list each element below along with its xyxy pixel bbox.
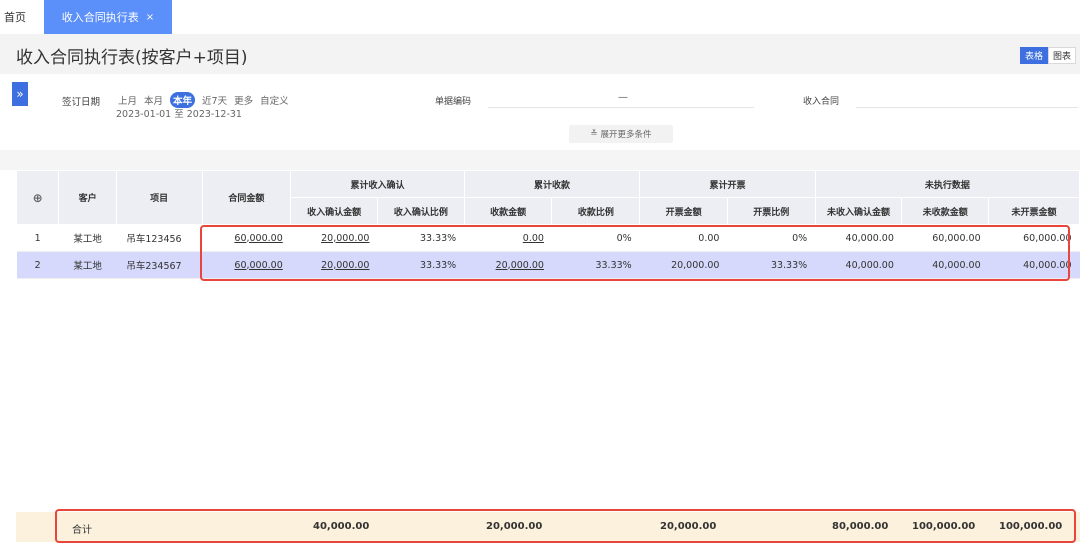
contract-label: 收入合同 bbox=[803, 97, 840, 107]
view-toggle: 表格 图表 bbox=[1019, 47, 1076, 64]
header-project[interactable]: 项目 bbox=[115, 170, 203, 225]
header-group-receipt: 累计收款 bbox=[463, 170, 641, 198]
quick-custom[interactable]: 自定义 bbox=[260, 93, 289, 107]
quick-last-7-days[interactable]: 近7天 bbox=[202, 93, 227, 107]
cell-customer: 某工地 bbox=[58, 224, 117, 252]
header-group-confirm: 累计收入确认 bbox=[290, 170, 465, 198]
header-group-unexecuted: 未执行数据 bbox=[814, 170, 1080, 198]
tab-active-label: 收入合同执行表 bbox=[61, 11, 139, 24]
quick-more[interactable]: 更多 bbox=[234, 93, 253, 107]
table-view-button[interactable]: 表格 bbox=[1019, 47, 1048, 64]
double-chevron-right-icon[interactable]: » bbox=[12, 82, 28, 106]
header-un-invoice[interactable]: 未开票金额 bbox=[988, 197, 1080, 225]
header-invoice-amount[interactable]: 开票金额 bbox=[639, 197, 728, 225]
date-range-value[interactable]: 2023-01-01 至 2023-12-31 bbox=[116, 106, 242, 120]
quick-last-month[interactable]: 上月 bbox=[118, 93, 137, 107]
tab-home[interactable]: 首页 bbox=[4, 9, 26, 25]
cell-project: 吊车234567 bbox=[116, 251, 203, 279]
cell-customer: 某工地 bbox=[58, 251, 117, 279]
quick-this-month[interactable]: 本月 bbox=[144, 93, 163, 107]
header-group-invoice: 累计开票 bbox=[639, 170, 816, 198]
header-un-confirm[interactable]: 未收入确认金额 bbox=[814, 197, 903, 225]
totals-highlight-box bbox=[55, 509, 1076, 543]
rows-highlight-box bbox=[200, 225, 1070, 281]
header-un-receipt[interactable]: 未收款金额 bbox=[901, 197, 990, 225]
add-column-icon[interactable]: ⊕ bbox=[15, 170, 60, 225]
tab-bar: 首页 收入合同执行表 × bbox=[0, 0, 1080, 34]
section-divider bbox=[0, 150, 1080, 170]
page-title: 收入合同执行表(按客户+项目) bbox=[16, 48, 248, 68]
expand-more-button[interactable]: ≚ 展开更多条件 bbox=[569, 125, 673, 143]
header-invoice-ratio[interactable]: 开票比例 bbox=[726, 197, 816, 225]
header-contract-amount[interactable]: 合同金额 bbox=[201, 170, 292, 225]
title-bar: 收入合同执行表(按客户+项目) 表格 图表 bbox=[0, 34, 1080, 74]
close-icon[interactable]: × bbox=[146, 12, 154, 23]
chevron-down-icon: ≚ bbox=[590, 129, 598, 139]
tab-revenue-contract-execution[interactable]: 收入合同执行表 × bbox=[44, 0, 172, 34]
doc-code-label: 单据编码 bbox=[435, 97, 472, 107]
contract-input[interactable] bbox=[856, 90, 1078, 108]
row-number: 1 bbox=[16, 224, 59, 252]
header-confirm-amount[interactable]: 收入确认金额 bbox=[290, 197, 378, 225]
header-customer[interactable]: 客户 bbox=[58, 170, 117, 225]
cell-project: 吊车123456 bbox=[116, 224, 203, 252]
doc-code-separator: — bbox=[618, 92, 628, 103]
header-confirm-ratio[interactable]: 收入确认比例 bbox=[376, 197, 465, 225]
expand-more-label: 展开更多条件 bbox=[600, 130, 652, 140]
sign-date-label: 签订日期 bbox=[62, 97, 101, 108]
filter-panel: » 签订日期 上月 本月 本年 近7天 更多 自定义 2023-01-01 至 … bbox=[0, 74, 1080, 150]
chart-view-button[interactable]: 图表 bbox=[1047, 47, 1076, 64]
row-number: 2 bbox=[16, 251, 59, 279]
header-receipt-amount[interactable]: 收款金额 bbox=[463, 197, 553, 225]
header-receipt-ratio[interactable]: 收款比例 bbox=[551, 197, 641, 225]
